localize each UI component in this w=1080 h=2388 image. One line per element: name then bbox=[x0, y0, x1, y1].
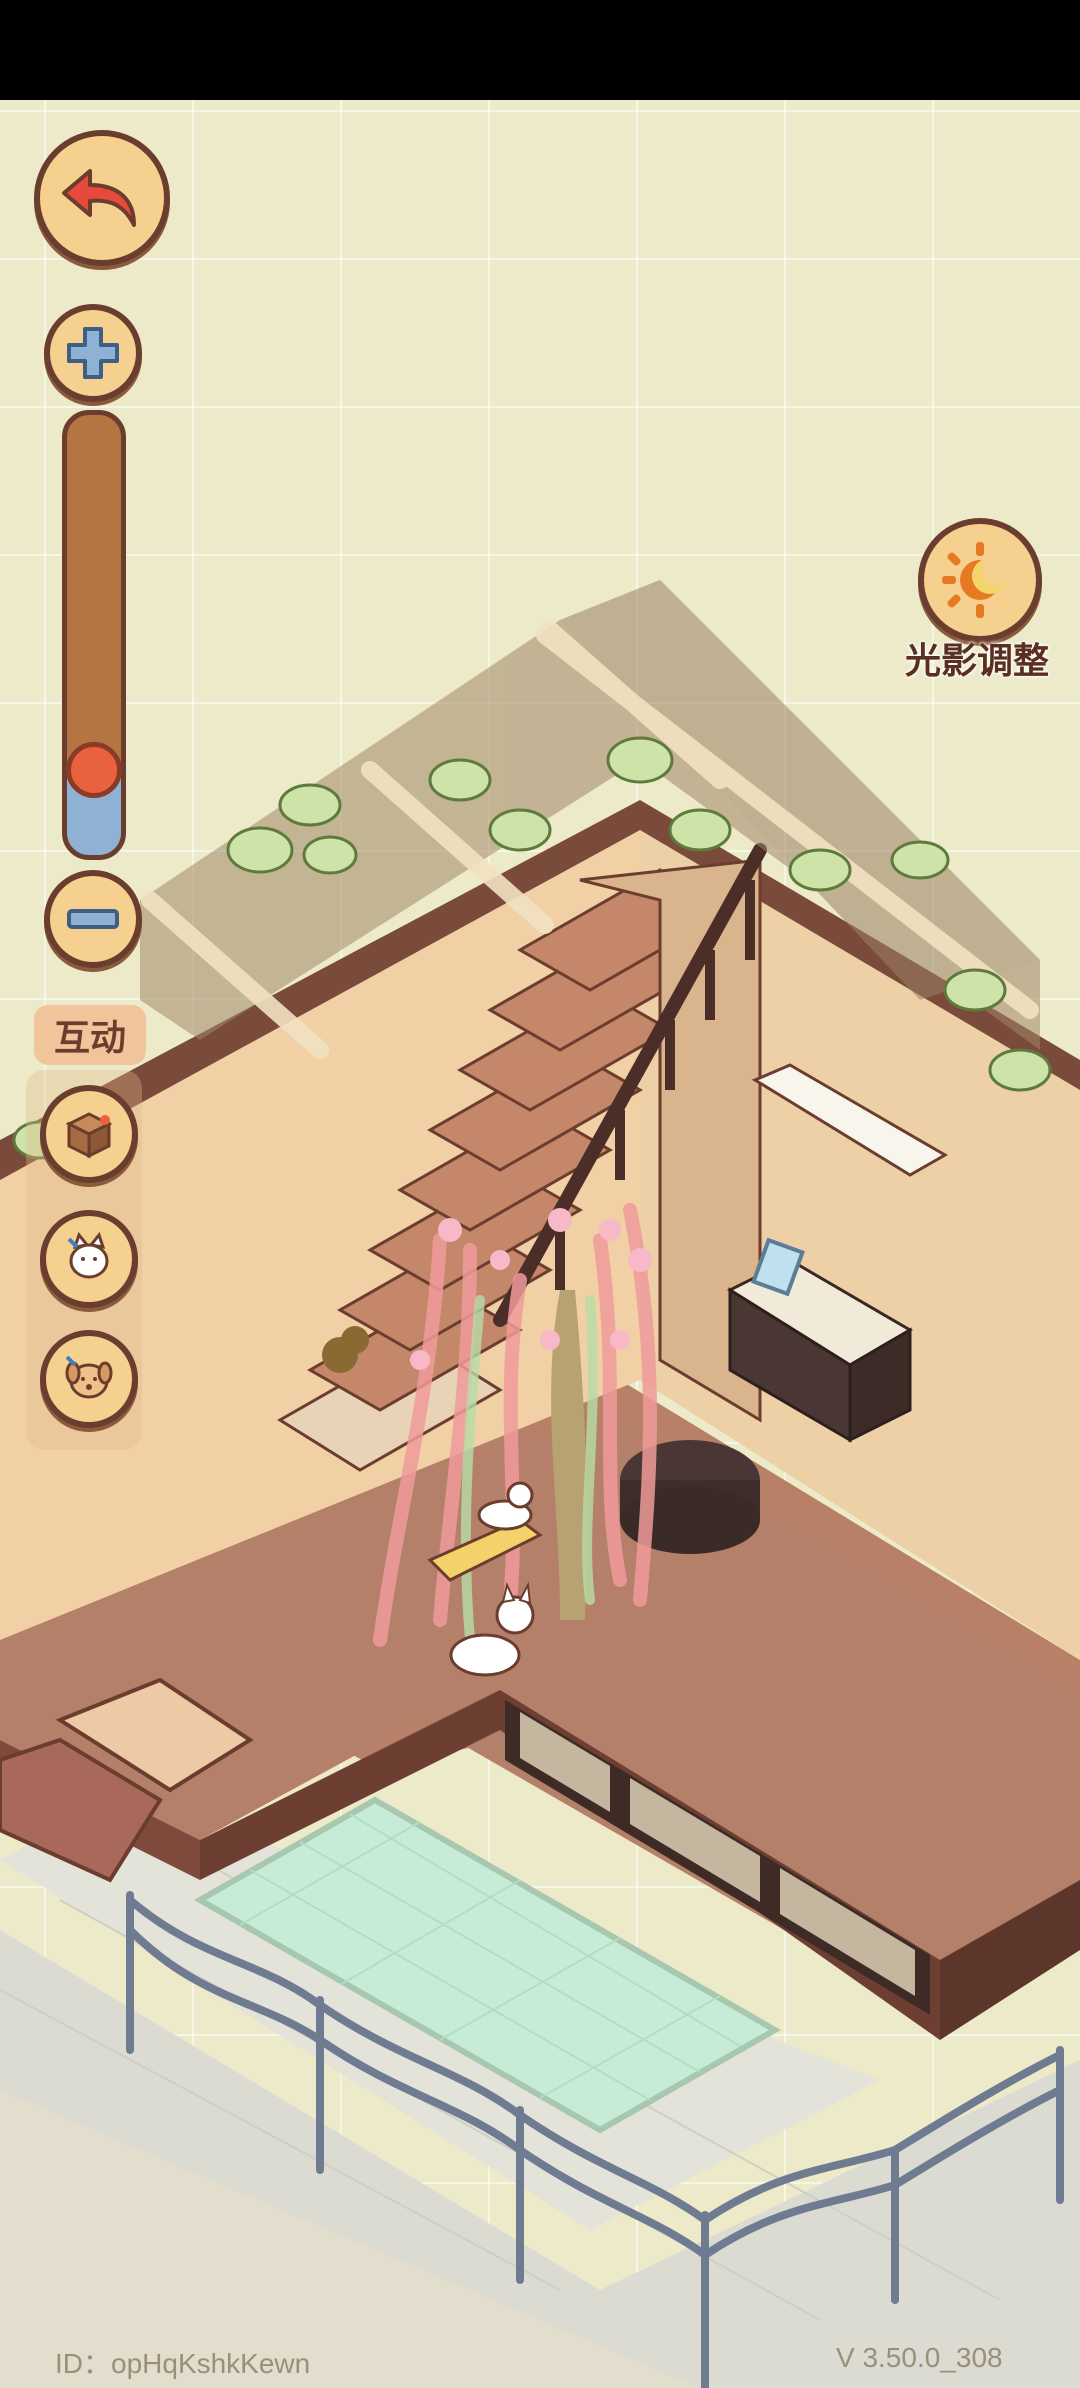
interaction-label: 互动 bbox=[34, 1005, 146, 1065]
version-label: V 3.50.0_308 bbox=[836, 2342, 1003, 2373]
box-icon bbox=[65, 1112, 113, 1159]
light-adjust-label: 光影调整 bbox=[905, 641, 1050, 682]
room-scene bbox=[0, 580, 1080, 2388]
place-cat-button[interactable] bbox=[40, 1210, 138, 1308]
sun-moon-icon bbox=[942, 542, 1014, 618]
plus-icon bbox=[67, 327, 119, 379]
player-id: ID：opHqKshkKewn bbox=[55, 2348, 311, 2379]
back-button[interactable] bbox=[34, 130, 170, 266]
zoom-slider-handle[interactable] bbox=[66, 742, 122, 798]
dog-icon bbox=[65, 1355, 113, 1399]
minus-icon bbox=[67, 909, 119, 929]
zoom-out-button[interactable] bbox=[44, 870, 142, 968]
box-interaction-button[interactable] bbox=[40, 1085, 138, 1183]
place-dog-button[interactable] bbox=[40, 1330, 138, 1428]
light-adjust-button[interactable] bbox=[918, 518, 1042, 642]
zoom-in-button[interactable] bbox=[44, 304, 142, 402]
cat-icon bbox=[67, 1231, 109, 1279]
undo-arrow-icon bbox=[62, 169, 136, 227]
